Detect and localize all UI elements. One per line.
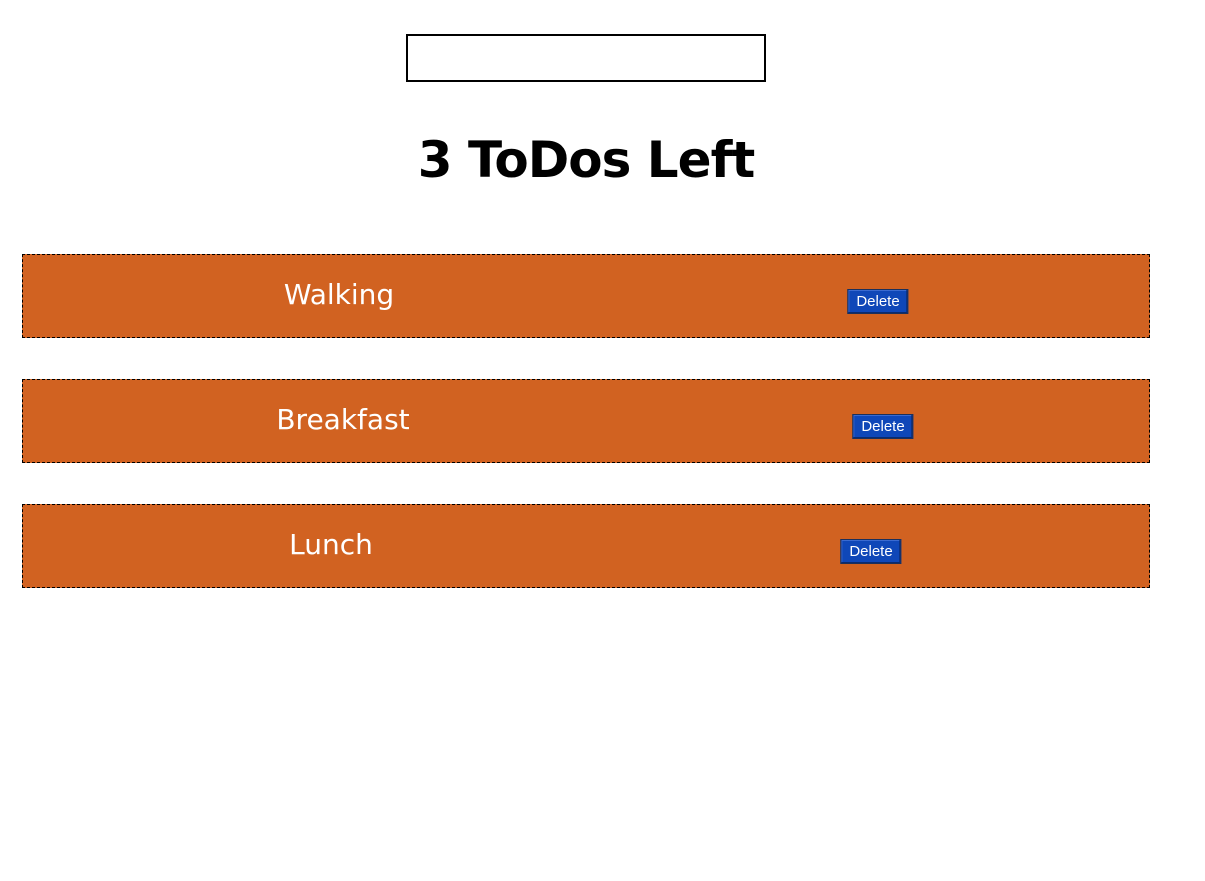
todo-item: Lunch Delete bbox=[22, 504, 1150, 588]
new-todo-input[interactable] bbox=[406, 34, 766, 82]
delete-button[interactable]: Delete bbox=[840, 539, 902, 564]
todo-list: Walking Delete Breakfast Delete Lunch De… bbox=[22, 254, 1150, 629]
todo-item: Breakfast Delete bbox=[22, 379, 1150, 463]
delete-button[interactable]: Delete bbox=[852, 414, 914, 439]
todo-item: Walking Delete bbox=[22, 254, 1150, 338]
delete-button[interactable]: Delete bbox=[847, 289, 909, 314]
todo-item-label: Walking bbox=[283, 278, 395, 311]
todo-item-label: Breakfast bbox=[276, 403, 410, 436]
todos-left-counter: 3 ToDos Left bbox=[417, 131, 755, 189]
todo-item-label: Lunch bbox=[289, 528, 373, 561]
